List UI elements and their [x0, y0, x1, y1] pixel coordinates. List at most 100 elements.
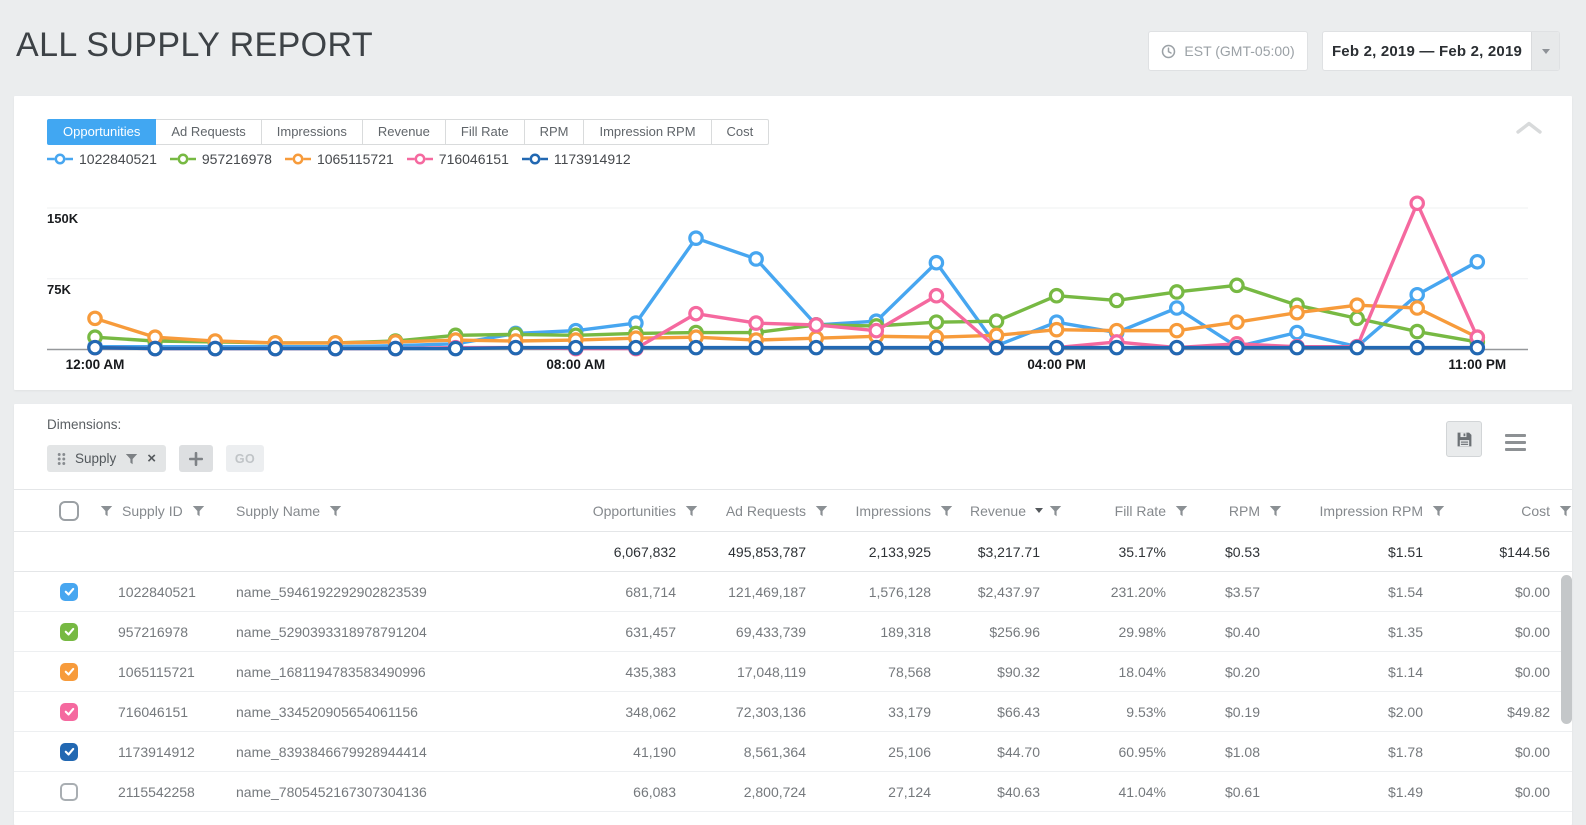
chart-point	[1469, 334, 1486, 350]
legend-item[interactable]: 1022840521	[47, 151, 157, 167]
supply-name-cell: name_8393846679928944414	[236, 743, 427, 760]
chart-point	[87, 329, 103, 346]
dimension-chip-label: Supply	[75, 451, 117, 466]
chart-point	[327, 338, 344, 355]
row-checkbox[interactable]	[60, 702, 78, 721]
chart-legend: 1022840521 957216978 1065115721 716046151 11…	[47, 151, 631, 167]
remove-dimension-icon[interactable]: ×	[147, 451, 156, 466]
column-header-label: Ad Requests	[725, 502, 806, 519]
filter-icon[interactable]	[815, 505, 828, 517]
go-button[interactable]: GO	[226, 445, 265, 472]
column-header-impressions[interactable]: Impressions	[828, 503, 953, 519]
cell-rpm: $0.19	[1224, 703, 1260, 720]
chart-point	[748, 324, 764, 341]
add-dimension-button[interactable]	[179, 445, 214, 472]
cell-impression-rpm: $2.00	[1387, 703, 1423, 720]
save-report-button[interactable]	[1446, 421, 1482, 457]
filter-icon[interactable]	[685, 505, 698, 517]
chart-point	[928, 314, 945, 330]
x-axis-tick-label: 12:00 AM	[66, 357, 125, 372]
row-checkbox[interactable]	[60, 662, 78, 681]
chart-point	[387, 337, 404, 354]
metric-tab-ad-requests[interactable]: Ad Requests	[155, 119, 262, 145]
timezone-selector[interactable]: EST (GMT-05:00)	[1148, 31, 1308, 71]
chart-point	[147, 329, 163, 346]
row-checkbox[interactable]	[60, 622, 78, 641]
metric-tab-revenue[interactable]: Revenue	[361, 119, 446, 145]
legend-item[interactable]: 1065115721	[284, 151, 394, 167]
metric-tabs: Opportunities Ad Requests Impressions Reven…	[47, 119, 770, 145]
date-range-picker[interactable]: Feb 2, 2019 — Feb 2, 2019	[1322, 31, 1560, 71]
column-header-rpm[interactable]: RPM	[1188, 503, 1282, 519]
column-header-cost[interactable]: Cost	[1445, 503, 1572, 519]
column-header-fill-rate[interactable]: Fill Rate	[1062, 503, 1188, 519]
column-header-supply-id[interactable]: Supply ID	[94, 503, 224, 519]
chart-point	[1469, 339, 1486, 356]
filter-icon[interactable]	[1175, 505, 1188, 517]
filter-icon[interactable]	[1269, 505, 1282, 517]
chart-point	[327, 335, 344, 351]
metric-tab-fill-rate[interactable]: Fill Rate	[444, 119, 525, 145]
chart-point	[748, 332, 764, 348]
collapse-chart-button[interactable]	[1516, 120, 1542, 135]
filter-icon[interactable]	[100, 505, 113, 517]
cell-impressions: 78,568	[888, 663, 931, 680]
cell-fill-rate: 60.95%	[1118, 743, 1166, 760]
column-header-revenue[interactable]: Revenue	[953, 503, 1062, 519]
chart-point	[688, 329, 704, 346]
chart-point	[1289, 338, 1305, 355]
chart-point	[1469, 253, 1486, 270]
column-header-supply-name[interactable]: Supply Name	[224, 503, 524, 519]
chart-point	[207, 333, 223, 349]
row-checkbox[interactable]	[60, 582, 78, 601]
legend-item[interactable]: 1173914912	[521, 151, 631, 167]
checkmark-icon	[64, 747, 74, 756]
filter-icon[interactable]	[192, 505, 205, 517]
row-checkbox[interactable]	[60, 782, 78, 801]
filter-icon[interactable]	[1559, 505, 1572, 517]
column-header-impression-rpm[interactable]: Impression RPM	[1282, 503, 1445, 519]
cell-ad-requests: 121,469,187	[728, 583, 806, 600]
filter-icon[interactable]	[1432, 505, 1445, 517]
summary-rpm: $0.53	[1224, 543, 1260, 560]
filter-icon[interactable]	[1049, 505, 1062, 517]
chart-point	[147, 338, 163, 355]
metric-tab-impression-rpm[interactable]: Impression RPM	[583, 119, 712, 145]
legend-item[interactable]: 716046151	[406, 151, 509, 167]
filter-icon[interactable]	[125, 453, 138, 465]
select-all-checkbox[interactable]	[59, 500, 79, 521]
column-header-label: Opportunities	[592, 502, 676, 519]
chart-point	[628, 325, 644, 342]
column-header-label: Impressions	[855, 502, 931, 519]
chart-point	[507, 339, 524, 356]
metric-tab-cost[interactable]: Cost	[710, 119, 770, 145]
metric-tab-rpm[interactable]: RPM	[523, 119, 585, 145]
column-header-label: Cost	[1521, 502, 1550, 519]
table-menu-button[interactable]	[1505, 434, 1526, 451]
filter-icon[interactable]	[940, 505, 953, 517]
chart-point	[1289, 297, 1305, 313]
chart-point	[507, 339, 524, 356]
chart-point	[928, 287, 945, 304]
metric-tab-impressions[interactable]: Impressions	[260, 119, 363, 145]
vertical-scrollbar[interactable]	[1561, 575, 1572, 724]
chart-point	[868, 328, 885, 345]
legend-item[interactable]: 957216978	[169, 151, 272, 167]
dimension-chip-supply[interactable]: Supply ×	[47, 445, 167, 472]
table-panel: Dimensions: Supply × GO Supply ID Supply…	[14, 404, 1572, 825]
legend-marker-icon	[406, 153, 433, 165]
cell-opportunities: 41,190	[633, 743, 676, 760]
date-range-caret-button[interactable]	[1531, 32, 1559, 70]
x-axis-tick-label: 08:00 AM	[546, 357, 605, 372]
summary-fill-rate: 35.17%	[1118, 543, 1166, 560]
column-header-opportunities[interactable]: Opportunities	[524, 503, 698, 519]
cell-cost: $0.00	[1514, 783, 1550, 800]
filter-icon[interactable]	[329, 505, 342, 517]
chart-point	[567, 332, 584, 348]
row-checkbox[interactable]	[60, 742, 78, 761]
column-header-label: Fill Rate	[1114, 502, 1166, 519]
column-header-ad-requests[interactable]: Ad Requests	[698, 503, 828, 519]
supply-id-cell: 1065115721	[118, 663, 195, 680]
legend-marker-icon	[47, 153, 73, 165]
metric-tab-opportunities[interactable]: Opportunities	[47, 119, 157, 145]
